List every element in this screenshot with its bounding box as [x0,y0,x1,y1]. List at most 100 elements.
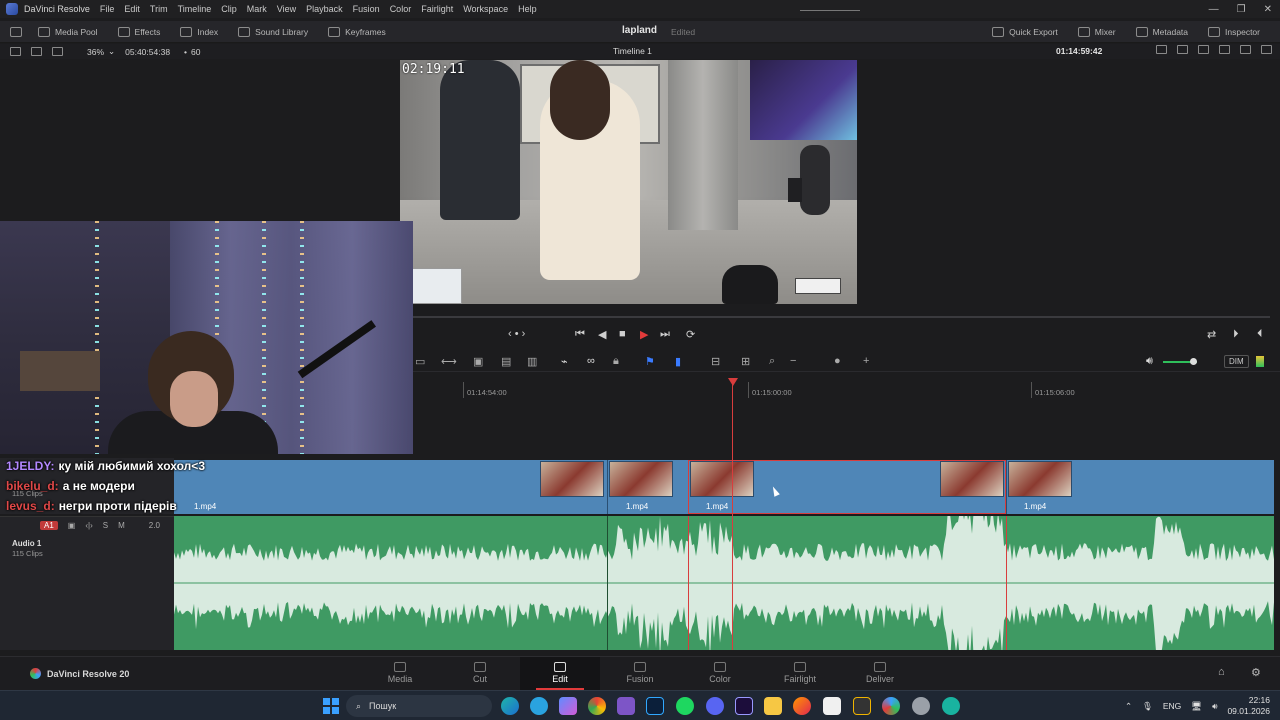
menu-file[interactable]: File [100,4,115,14]
microphone-icon[interactable]: 🎙︎ [1142,701,1153,712]
menu-playback[interactable]: Playback [306,4,343,14]
audio-track-header[interactable]: A1 ▣ ‹|› S M 2.0 Audio 1 115 Clips [0,516,174,650]
windows-start-icon[interactable] [323,698,339,714]
tray-chevron-up-icon[interactable]: ⌃ [1125,701,1132,712]
menu-help[interactable]: Help [518,4,537,14]
next-edit-icon[interactable]: ⏵ [1233,328,1239,341]
menu-fairlight[interactable]: Fairlight [421,4,453,14]
dim-button[interactable]: DIM [1224,355,1249,368]
viewer-size-icon[interactable] [1156,45,1167,54]
clip-edge[interactable] [607,516,608,650]
track-auto-icon[interactable]: ‹|› [85,521,92,530]
zoom-out-icon[interactable]: − [790,355,796,367]
overwrite-icon[interactable]: ▣ [473,355,483,368]
close-icon[interactable]: ✕ [1264,4,1272,15]
menu-workspace[interactable]: Workspace [463,4,508,14]
zoom-level[interactable]: 36% [87,47,104,57]
menu-edit[interactable]: Edit [124,4,140,14]
fullscreen-icon[interactable] [1261,45,1272,54]
track-lock-icon[interactable]: ▣ [68,521,76,530]
inspector-button[interactable]: Inspector [1198,21,1270,43]
timeline-ruler[interactable]: 01:14:54:00 01:15:00:00 01:15:06:00 [413,380,1280,400]
app-purple-icon[interactable] [617,697,635,715]
settings-gear-icon[interactable]: ⚙ [1251,666,1261,679]
loop-icon[interactable]: ⟳ [686,328,695,341]
file-explorer-icon[interactable] [764,697,782,715]
jog-icon[interactable]: ‹ • › [508,328,525,340]
zoom-fit-icon[interactable]: ⊟ [711,355,720,368]
clip-edge[interactable] [607,460,608,514]
viewer-mode-icon[interactable] [1177,45,1188,54]
zoom-slider[interactable] [800,10,860,11]
firefox-icon[interactable] [793,697,811,715]
document-icon[interactable] [823,697,841,715]
sound-library-button[interactable]: Sound Library [228,21,318,43]
video-viewer[interactable]: 02:19:11 [400,60,857,304]
menu-fusion[interactable]: Fusion [353,4,380,14]
quick-export-button[interactable]: Quick Export [982,21,1068,43]
prev-edit-icon[interactable]: ⏴ [1257,328,1263,341]
maximize-icon[interactable]: ❐ [1237,4,1246,15]
step-back-icon[interactable]: ◀ [598,328,606,341]
snapping-icon[interactable]: ⌁ [561,355,568,368]
marker-icon[interactable]: ▮ [675,355,681,368]
menu-color[interactable]: Color [390,4,412,14]
playhead[interactable] [732,380,733,650]
zoom-custom-icon[interactable]: ⌕ [769,355,775,368]
go-to-start-icon[interactable]: ⏮ [575,328,585,341]
media-pool-button[interactable]: Media Pool [28,21,108,43]
transform-icon[interactable] [1198,45,1209,54]
keyframes-button[interactable]: Keyframes [318,21,396,43]
replace-icon[interactable]: ▥ [527,355,537,368]
spotify-icon[interactable] [676,697,694,715]
home-icon[interactable]: ⌂ [1218,666,1225,678]
viewer-layout-icon-3[interactable] [52,47,63,56]
lock-icon[interactable]: 🔒︎ [613,355,619,368]
tab-cut[interactable]: Cut [440,657,520,690]
clip-edge[interactable] [1006,460,1007,514]
app-teal-icon[interactable] [942,697,960,715]
trim-mode-icon[interactable]: ⟷ [441,355,457,368]
taskbar-clock[interactable]: 22:16 09.01.2026 [1227,695,1270,717]
tab-edit[interactable]: Edit [520,657,600,690]
clip-edge[interactable] [1006,516,1007,650]
chevron-down-icon[interactable]: ⌄ [108,46,115,57]
clip-edge[interactable] [688,516,689,650]
menu-mark[interactable]: Mark [247,4,267,14]
selected-clip-outline[interactable] [688,460,1006,514]
link-icon[interactable]: ∞ [587,355,595,367]
keyboard-language[interactable]: ENG [1163,701,1181,711]
audio-track-tag[interactable]: A1 [40,520,58,530]
mixer-button[interactable]: Mixer [1068,21,1126,43]
menu-clip[interactable]: Clip [221,4,237,14]
go-to-end-icon[interactable]: ⏭ [660,328,670,341]
edge-icon[interactable] [501,697,519,715]
selection-mode-icon[interactable]: ▭ [415,355,425,368]
split-view-icon[interactable] [1240,45,1251,54]
app-gray-icon[interactable] [912,697,930,715]
davinci-taskbar-icon[interactable] [853,697,871,715]
toolbar-toggle-button[interactable] [0,21,28,43]
metadata-button[interactable]: Metadata [1126,21,1198,43]
clip-label[interactable]: 1.mp4 [1024,502,1046,511]
viewer-layout-icon[interactable] [10,47,21,56]
menu-timeline[interactable]: Timeline [178,4,212,14]
match-frame-icon[interactable]: ⇄ [1207,328,1216,341]
index-button[interactable]: Index [170,21,228,43]
tab-color[interactable]: Color [680,657,760,690]
insert-icon[interactable]: ▤ [501,355,511,368]
chrome-icon[interactable] [588,697,606,715]
mute-button[interactable]: M [118,521,125,530]
premiere-icon[interactable] [735,697,753,715]
copilot-icon[interactable] [559,697,577,715]
discord-icon[interactable] [706,697,724,715]
zoom-handle-icon[interactable]: ● [834,355,841,367]
zoom-detail-icon[interactable]: ⊞ [741,355,750,368]
taskbar-search[interactable]: ⌕ Пошук [346,695,492,717]
network-icon[interactable]: 🖥︎ [1191,701,1202,712]
tab-media[interactable]: Media [360,657,440,690]
tab-deliver[interactable]: Deliver [840,657,920,690]
menu-view[interactable]: View [277,4,296,14]
telegram-icon[interactable] [530,697,548,715]
effects-button[interactable]: Effects [108,21,171,43]
